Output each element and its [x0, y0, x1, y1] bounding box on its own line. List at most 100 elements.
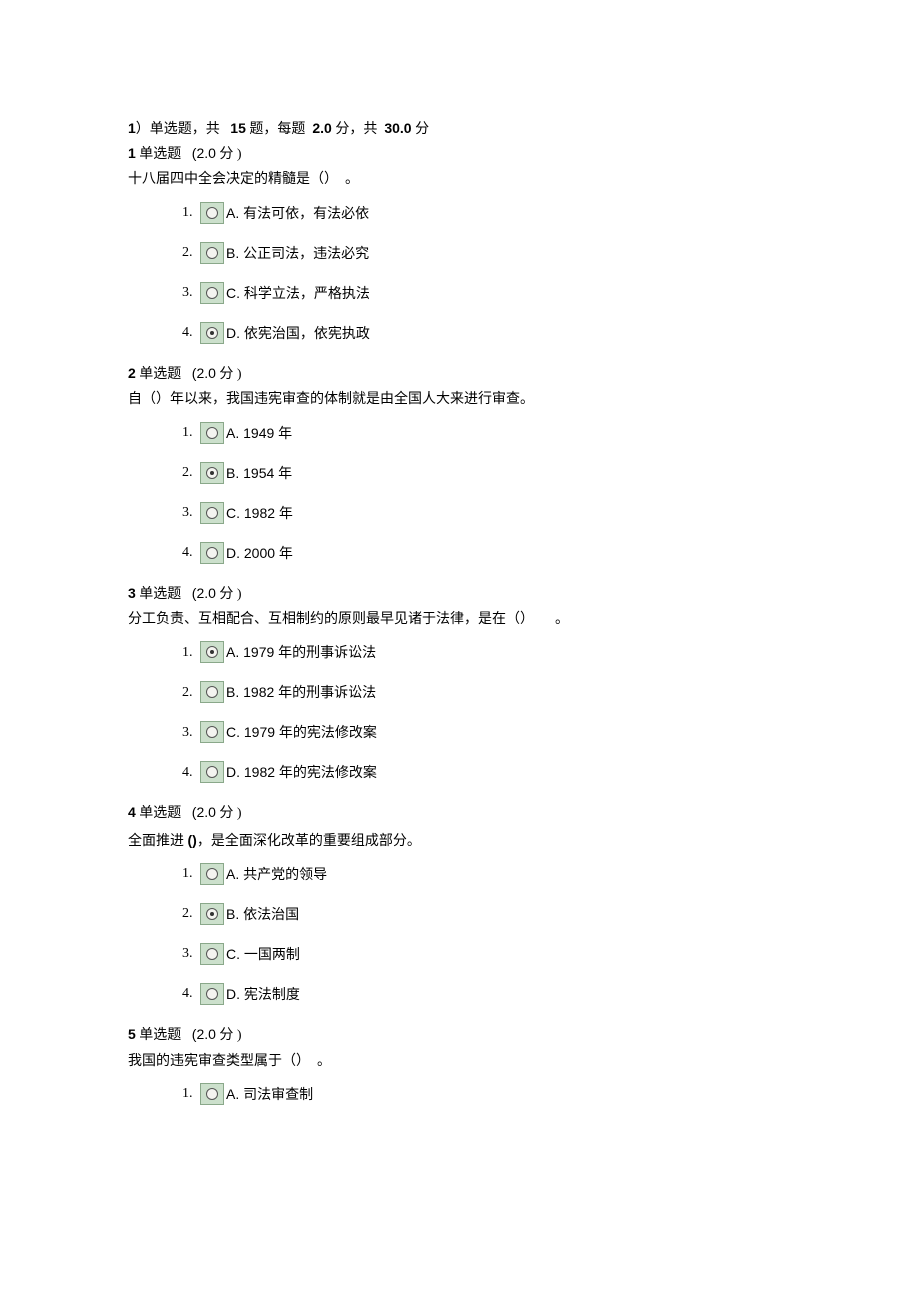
list-item: B. 公正司法，违法必究	[196, 242, 790, 264]
section-total: 30.0	[384, 120, 411, 136]
radio-icon[interactable]	[200, 202, 224, 224]
list-item: A. 1979 年的刑事诉讼法	[196, 641, 790, 663]
list-item: B. 1954 年	[196, 462, 790, 484]
question-title: 1 单选题 (2.0 分 )	[128, 142, 790, 166]
section-header: 1）单选题，共 15 题，每题 2.0 分，共 30.0 分	[128, 118, 790, 138]
option-label: B. 1954 年	[226, 465, 292, 481]
section-text-b: 题，每题	[249, 122, 305, 137]
radio-icon[interactable]	[200, 641, 224, 663]
question-block: 5 单选题 (2.0 分 ) 我国的违宪审查类型属于（） 。 A. 司法审查制	[128, 1023, 790, 1105]
question-number: 3	[128, 585, 136, 601]
question-type-label: 单选题	[139, 587, 181, 602]
question-points-close: 分 )	[219, 367, 241, 382]
section-text-a: ）单选题，共	[136, 122, 220, 137]
question-number: 2	[128, 365, 136, 381]
question-block: 2 单选题 (2.0 分 ) 自（）年以来，我国违宪审查的体制就是由全国人大来进…	[128, 362, 790, 564]
list-item: D. 1982 年的宪法修改案	[196, 761, 790, 783]
radio-icon[interactable]	[200, 903, 224, 925]
section-text-d: 分	[415, 122, 429, 137]
option-label: B. 公正司法，违法必究	[226, 245, 369, 261]
list-item: C. 一国两制	[196, 943, 790, 965]
question-stem: 全面推进 ()，是全面深化改革的重要组成部分。	[128, 829, 790, 853]
document-page: 1）单选题，共 15 题，每题 2.0 分，共 30.0 分 1 单选题 (2.…	[0, 0, 920, 1183]
option-list: A. 司法审查制	[128, 1083, 790, 1105]
radio-icon[interactable]	[200, 282, 224, 304]
section-pts: 2.0	[312, 120, 331, 136]
question-type-label: 单选题	[139, 367, 181, 382]
radio-icon[interactable]	[200, 983, 224, 1005]
list-item: A. 共产党的领导	[196, 863, 790, 885]
option-label: A. 1949 年	[226, 425, 292, 441]
radio-icon[interactable]	[200, 502, 224, 524]
question-title: 4 单选题 (2.0 分 )	[128, 801, 790, 825]
option-label: D. 宪法制度	[226, 986, 300, 1002]
question-points-open: (2.0	[192, 145, 216, 161]
question-title: 3 单选题 (2.0 分 )	[128, 582, 790, 606]
question-stem: 自（）年以来，我国违宪审查的体制就是由全国人大来进行审查。	[128, 389, 790, 411]
stem-pre: 全面推进	[128, 834, 188, 849]
option-label: C. 科学立法，严格执法	[226, 285, 370, 301]
question-block: 3 单选题 (2.0 分 ) 分工负责、互相配合、互相制约的原则最早见诸于法律，…	[128, 582, 790, 784]
stem-post: ，是全面深化改革的重要组成部分。	[197, 834, 421, 849]
question-title: 5 单选题 (2.0 分 )	[128, 1023, 790, 1047]
question-points-open: (2.0	[192, 365, 216, 381]
radio-icon[interactable]	[200, 462, 224, 484]
option-label: A. 共产党的领导	[226, 866, 327, 882]
question-type-label: 单选题	[139, 806, 181, 821]
radio-icon[interactable]	[200, 422, 224, 444]
question-number: 4	[128, 804, 136, 820]
radio-icon[interactable]	[200, 1083, 224, 1105]
section-num: 1	[128, 120, 136, 136]
question-stem: 分工负责、互相配合、互相制约的原则最早见诸于法律，是在（） 。	[128, 609, 790, 631]
radio-icon[interactable]	[200, 943, 224, 965]
option-label: B. 1982 年的刑事诉讼法	[226, 684, 376, 700]
question-points-close: 分 )	[219, 147, 241, 162]
list-item: A. 有法可依，有法必依	[196, 202, 790, 224]
radio-icon[interactable]	[200, 721, 224, 743]
list-item: D. 依宪治国，依宪执政	[196, 322, 790, 344]
list-item: A. 1949 年	[196, 422, 790, 444]
option-label: A. 1979 年的刑事诉讼法	[226, 644, 376, 660]
option-label: A. 司法审查制	[226, 1086, 313, 1102]
question-title: 2 单选题 (2.0 分 )	[128, 362, 790, 386]
list-item: B. 1982 年的刑事诉讼法	[196, 681, 790, 703]
radio-icon[interactable]	[200, 542, 224, 564]
list-item: C. 科学立法，严格执法	[196, 282, 790, 304]
option-label: C. 1979 年的宪法修改案	[226, 724, 377, 740]
question-stem: 我国的违宪审查类型属于（） 。	[128, 1051, 790, 1073]
option-label: C. 一国两制	[226, 946, 300, 962]
question-number: 5	[128, 1026, 136, 1042]
question-points-close: 分 )	[219, 1028, 241, 1043]
list-item: B. 依法治国	[196, 903, 790, 925]
radio-icon[interactable]	[200, 322, 224, 344]
list-item: D. 宪法制度	[196, 983, 790, 1005]
question-points-open: (2.0	[192, 585, 216, 601]
question-points-close: 分 )	[219, 806, 241, 821]
question-number: 1	[128, 145, 136, 161]
section-count: 15	[230, 120, 246, 136]
radio-icon[interactable]	[200, 242, 224, 264]
question-stem: 十八届四中全会决定的精髓是（） 。	[128, 169, 790, 191]
question-points-close: 分 )	[219, 587, 241, 602]
list-item: C. 1979 年的宪法修改案	[196, 721, 790, 743]
radio-icon[interactable]	[200, 681, 224, 703]
option-list: A. 共产党的领导 B. 依法治国 C. 一国两制 D. 宪法制度	[128, 863, 790, 1005]
option-label: D. 2000 年	[226, 545, 293, 561]
stem-bold: ()	[188, 832, 197, 848]
radio-icon[interactable]	[200, 863, 224, 885]
option-label: D. 1982 年的宪法修改案	[226, 764, 377, 780]
question-block: 4 单选题 (2.0 分 ) 全面推进 ()，是全面深化改革的重要组成部分。 A…	[128, 801, 790, 1005]
list-item: D. 2000 年	[196, 542, 790, 564]
question-points-open: (2.0	[192, 804, 216, 820]
option-label: C. 1982 年	[226, 505, 293, 521]
option-label: B. 依法治国	[226, 906, 299, 922]
radio-icon[interactable]	[200, 761, 224, 783]
question-type-label: 单选题	[139, 1028, 181, 1043]
option-label: D. 依宪治国，依宪执政	[226, 325, 370, 341]
list-item: C. 1982 年	[196, 502, 790, 524]
option-label: A. 有法可依，有法必依	[226, 205, 369, 221]
option-list: A. 1949 年 B. 1954 年 C. 1982 年 D. 2000 年	[128, 422, 790, 564]
section-text-c: 分，共	[335, 122, 377, 137]
question-points-open: (2.0	[192, 1026, 216, 1042]
question-type-label: 单选题	[139, 147, 181, 162]
